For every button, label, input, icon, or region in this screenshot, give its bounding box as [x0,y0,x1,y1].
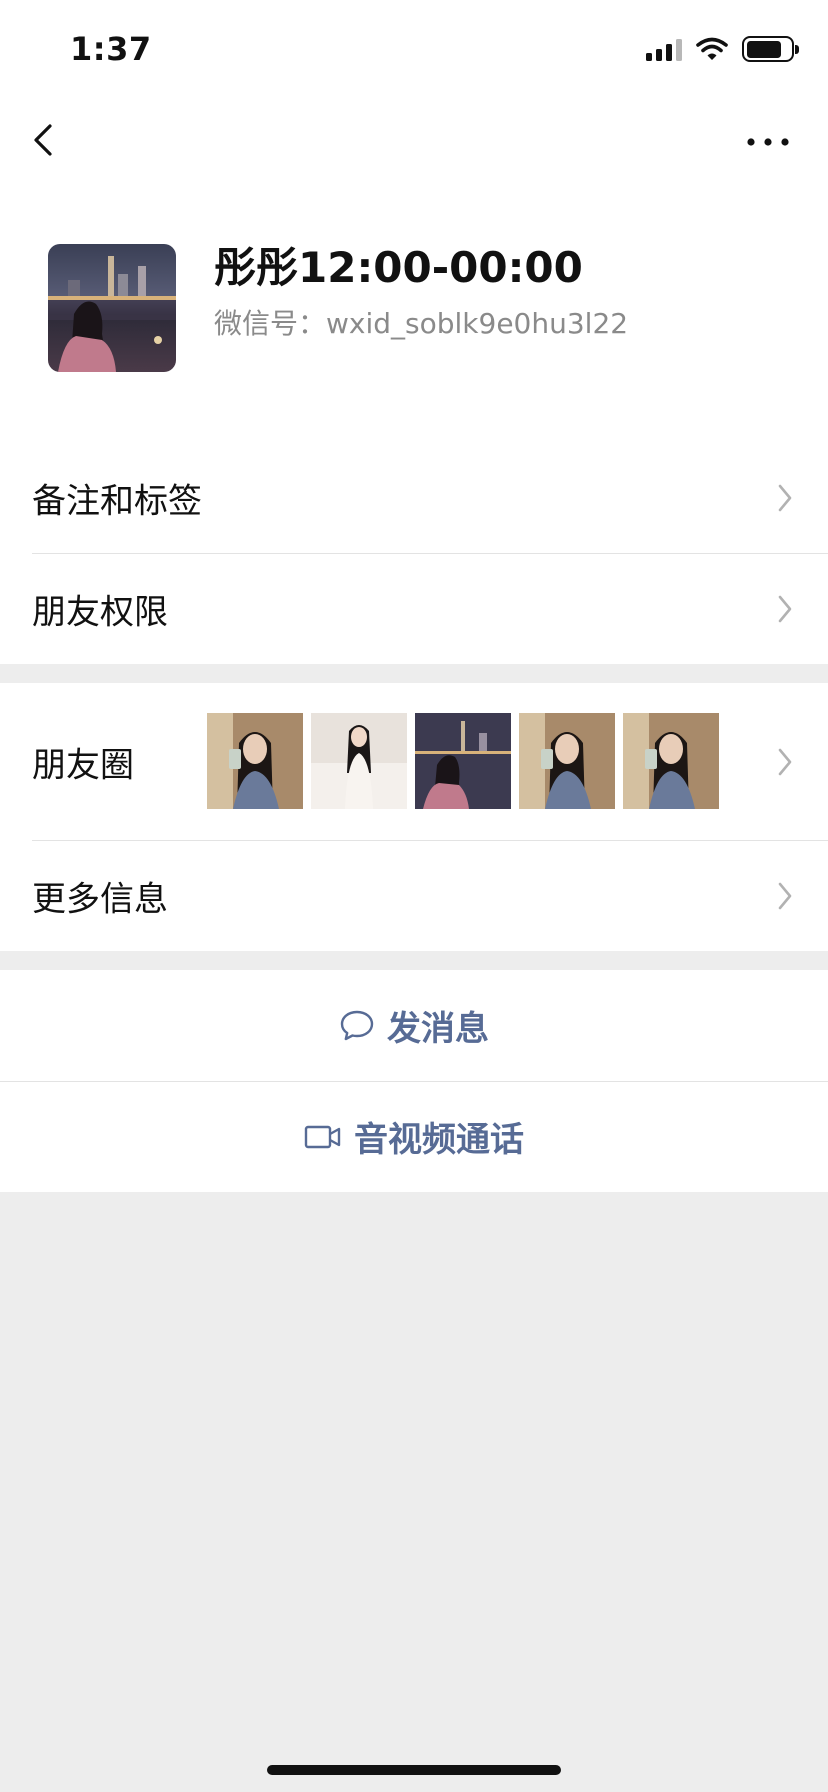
wechat-id: 微信号：wxid_soblk9e0hu3l22 [214,307,629,340]
chevron-right-icon [778,748,792,775]
more-info-label: 更多信息 [32,879,168,919]
moments-label: 朋友圈 [32,745,134,785]
remark-tags-label: 备注和标签 [32,481,202,521]
battery-icon [742,36,799,62]
nav-bar [0,98,828,184]
cellular-signal-icon [646,37,682,61]
more-horizontal-icon[interactable] [744,122,792,162]
moments-thumbnail [519,713,615,809]
chevron-right-icon [778,484,792,511]
contact-profile-screen: 1:37 彤彤12:00-00:00 微信号：wxid_soblk9e0hu3l… [0,0,828,1792]
chat-bubble-icon [340,1010,374,1040]
moments-cell[interactable]: 朋友圈 [0,683,828,840]
avatar[interactable] [48,244,176,372]
send-message-label: 发消息 [387,1009,489,1049]
profile-name: 彤彤12:00-00:00 [214,243,583,292]
status-bar: 1:37 [0,0,828,98]
moments-thumbnail [311,713,407,809]
profile-header: 彤彤12:00-00:00 微信号：wxid_soblk9e0hu3l22 [0,184,828,442]
moments-thumbnail [207,713,303,809]
status-time: 1:37 [70,30,152,68]
remark-tags-cell[interactable]: 备注和标签 [0,442,828,553]
wifi-icon [696,37,728,60]
moments-group: 朋友圈 更多信息 [0,683,828,951]
video-camera-icon [304,1125,341,1148]
chevron-left-icon[interactable] [26,118,66,162]
friend-permissions-cell[interactable]: 朋友权限 [0,553,828,664]
chevron-right-icon [778,882,792,909]
friend-permissions-label: 朋友权限 [32,592,168,632]
settings-group: 备注和标签 朋友权限 [0,442,828,664]
status-icons [646,36,799,62]
av-call-button[interactable]: 音视频通话 [0,1081,828,1192]
moments-thumbnail [415,713,511,809]
moments-thumbnail [623,713,719,809]
home-indicator [267,1765,561,1775]
more-info-cell[interactable]: 更多信息 [0,840,828,951]
chevron-right-icon [778,595,792,622]
action-group: 发消息 音视频通话 [0,970,828,1192]
moments-thumbnails [207,713,719,809]
send-message-button[interactable]: 发消息 [0,970,828,1081]
av-call-label: 音视频通话 [354,1120,524,1160]
